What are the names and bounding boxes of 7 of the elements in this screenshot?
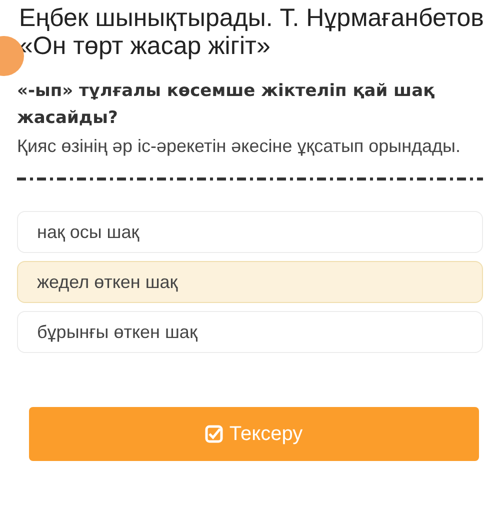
example-sentence: Қияс өзінің әр іс-әрекетін әкесіне ұқсатып орындады.: [17, 136, 462, 157]
answer-option[interactable]: нақ осы шақ: [17, 211, 483, 253]
answer-option[interactable]: жедел өткен шақ: [17, 261, 483, 303]
question-text: «-ып» тұлғалы көсемше жіктеліп қай шақ жасайды?: [17, 80, 436, 130]
checkbox-icon: [205, 425, 224, 443]
lesson-title: Еңбек шынықтырады. Т. Нұрмағанбетов «Он төрт жасар жігіт»: [18, 4, 485, 60]
answer-option[interactable]: бұрынғы өткен шақ: [17, 311, 483, 353]
